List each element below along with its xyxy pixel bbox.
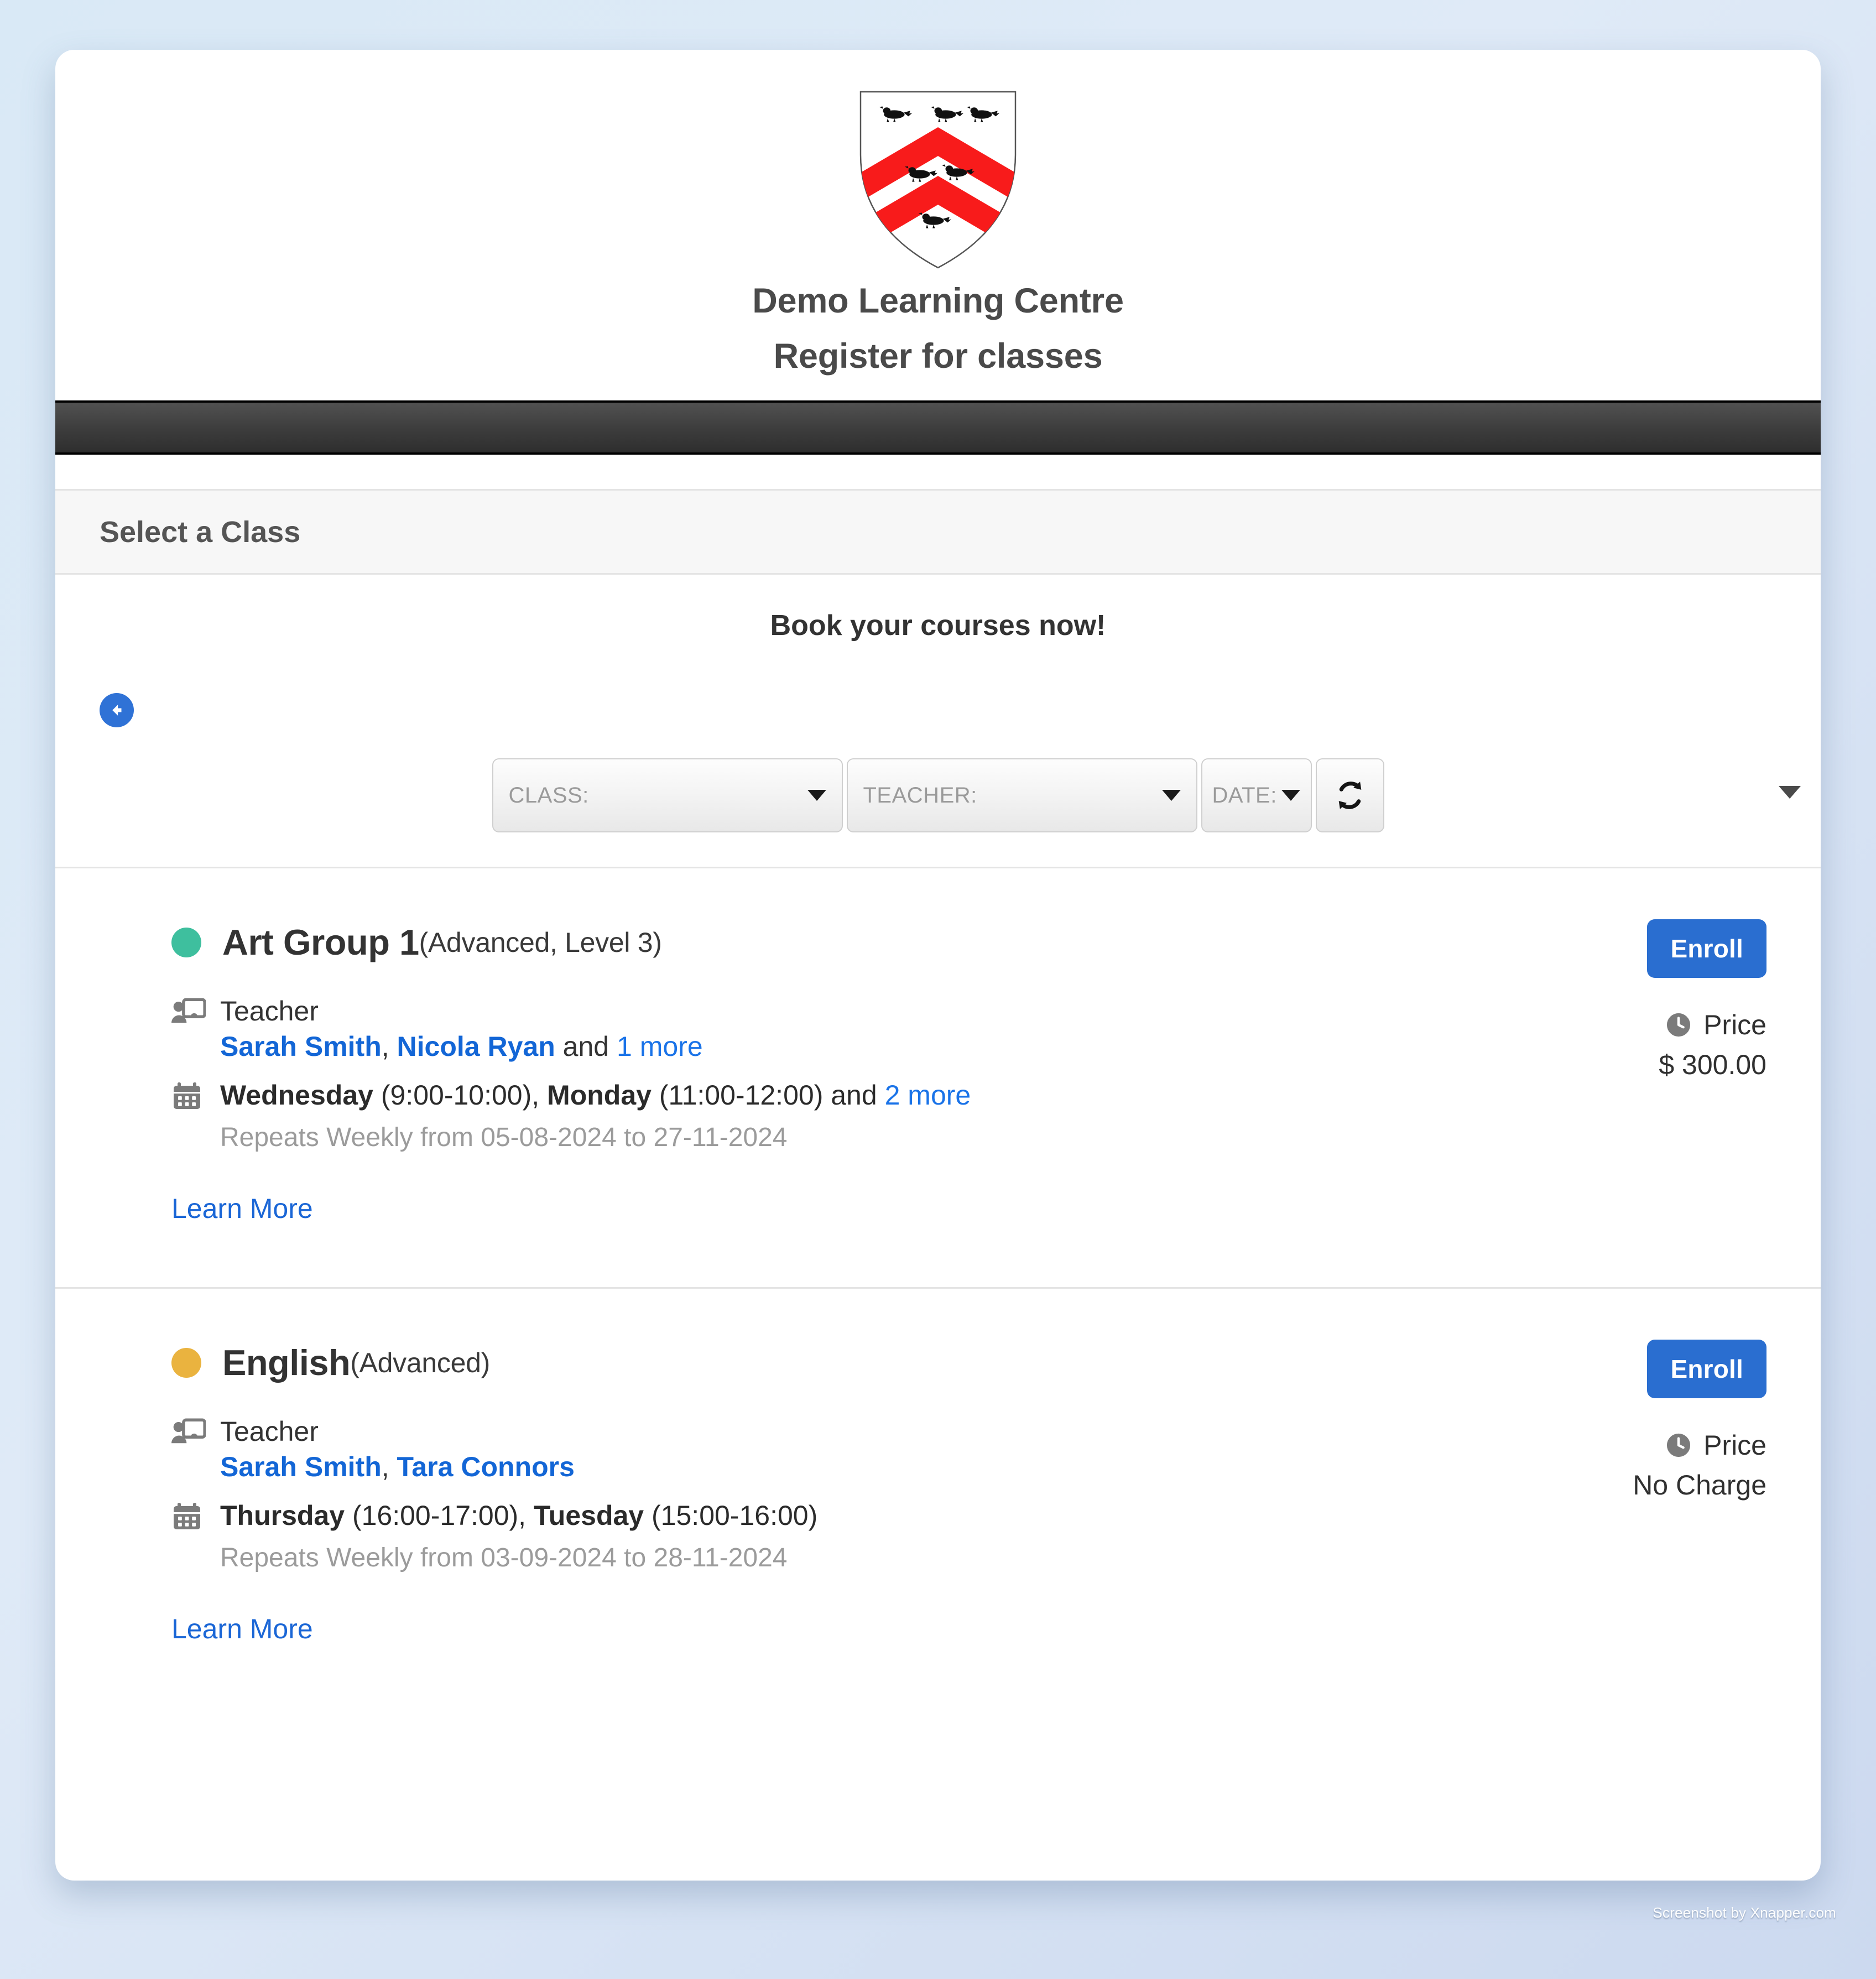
app-card: Demo Learning Centre Register for classe… [55,50,1821,1881]
navbar [55,400,1821,455]
teacher-icon [171,1415,206,1449]
enroll-button[interactable]: Enroll [1647,1340,1766,1398]
repeat-text: Repeats Weekly from 05-08-2024 to 27-11-… [220,1123,788,1152]
repeat-text: Repeats Weekly from 03-09-2024 to 28-11-… [220,1543,788,1572]
date-filter-label: DATE: [1212,783,1277,808]
status-badge [171,927,201,957]
price-block: Price $ 300.00 [1457,1009,1766,1081]
class-meta: (Advanced) [350,1347,490,1378]
price-label-line: Price [1457,1429,1766,1461]
date-filter-select[interactable]: DATE: [1201,758,1312,832]
teacher-icon [171,995,206,1028]
status-badge [171,1347,201,1378]
teacher-link[interactable]: Sarah Smith [220,1031,382,1062]
learn-more-link[interactable]: Learn More [171,1192,313,1225]
schedule-day: Monday [547,1080,652,1111]
brand-header: Demo Learning Centre Register for classe… [55,50,1821,376]
teacher-filter-label: TEACHER: [863,783,977,808]
back-button[interactable] [100,693,134,727]
teacher-line: Teacher [171,1415,1434,1449]
class-meta: (Advanced, Level 3) [419,926,662,958]
chevron-down-icon [1161,790,1181,801]
schedule-time: (16:00-17:00) [352,1500,519,1531]
schedule-line: Wednesday (9:00-10:00), Monday (11:00-12… [171,1079,1434,1112]
class-name: English [222,1342,351,1383]
learn-more-link[interactable]: Learn More [171,1613,313,1645]
panel-body: Book your courses now! CLASS: TEACHER: D… [55,575,1821,1709]
price-value: $ 300.00 [1659,1049,1766,1080]
brand-title: Demo Learning Centre [752,282,1124,320]
select-class-panel: Select a Class Book your courses now! CL… [55,489,1821,1709]
shield-crest-icon [859,91,1017,269]
schedule-text: Thursday (16:00-17:00), Tuesday (15:00-1… [220,1500,818,1531]
schedule-day: Tuesday [533,1500,644,1531]
teacher-label: Teacher [220,1416,319,1447]
price-value: No Charge [1633,1470,1766,1501]
filter-group: CLASS: TEACHER: DATE: [492,758,1384,832]
class-row: English (Advanced) Teacher Sarah Smith, … [55,1289,1821,1709]
class-title-line: English (Advanced) [171,1342,1434,1383]
filter-toolbar: CLASS: TEACHER: DATE: [55,758,1821,867]
schedule-time: (11:00-12:00) [659,1080,824,1111]
separator: , [381,1451,397,1482]
clock-icon [1666,1433,1691,1457]
schedule-time: (9:00-10:00) [381,1080,532,1111]
teacher-names: Sarah Smith, Tara Connors [220,1451,1434,1483]
enroll-button[interactable]: Enroll [1647,919,1766,978]
toolbar-overflow-chevron-down-icon[interactable] [1779,786,1801,799]
class-row: Art Group 1 (Advanced, Level 3) Teacher … [55,868,1821,1289]
price-label: Price [1703,1009,1766,1040]
teacher-link[interactable]: Sarah Smith [220,1451,382,1482]
teacher-filter-select[interactable]: TEACHER: [846,758,1197,832]
class-filter-select[interactable]: CLASS: [492,758,843,832]
brand-subtitle: Register for classes [773,337,1103,376]
arrow-left-icon [112,705,122,716]
watermark: Screenshot by Xnapper.com [1653,1904,1836,1921]
class-list: Art Group 1 (Advanced, Level 3) Teacher … [55,867,1821,1709]
chevron-down-icon [807,790,826,801]
clock-icon [1666,1013,1691,1037]
class-filter-label: CLASS: [508,783,589,808]
class-side: Enroll Price No Charge [1457,1340,1766,1501]
calendar-icon [171,1499,206,1533]
teachers-more-link[interactable]: 1 more [617,1031,703,1062]
teacher-names: Sarah Smith, Nicola Ryan and 1 more [220,1030,1434,1063]
and-text: and [562,1031,609,1062]
panel-heading: Select a Class [55,491,1821,575]
price-label-line: Price [1457,1009,1766,1041]
schedule-day: Thursday [220,1500,345,1531]
price-block: Price No Charge [1457,1429,1766,1501]
separator: , [381,1031,397,1062]
teacher-line: Teacher [171,995,1434,1028]
class-title-line: Art Group 1 (Advanced, Level 3) [171,921,1434,963]
chevron-down-icon [1281,790,1300,801]
calendar-icon [171,1079,206,1112]
schedule-line: Thursday (16:00-17:00), Tuesday (15:00-1… [171,1499,1434,1533]
page-title: Select a Class [100,515,301,549]
teacher-link[interactable]: Nicola Ryan [397,1031,555,1062]
schedule-text: Wednesday (9:00-10:00), Monday (11:00-12… [220,1080,971,1111]
schedule-day: Wednesday [220,1080,373,1111]
teacher-link[interactable]: Tara Connors [397,1451,575,1482]
teacher-label: Teacher [220,996,319,1027]
class-name: Art Group 1 [222,922,419,962]
schedule-time: (15:00-16:00) [652,1500,818,1531]
intro-text: Book your courses now! [770,610,1106,642]
price-label: Price [1703,1430,1766,1461]
refresh-icon [1338,782,1361,809]
refresh-button[interactable] [1315,758,1384,832]
schedule-more-link[interactable]: 2 more [885,1080,971,1111]
class-side: Enroll Price $ 300.00 [1457,919,1766,1081]
back-row [55,642,1821,758]
and-text: and [831,1080,877,1111]
